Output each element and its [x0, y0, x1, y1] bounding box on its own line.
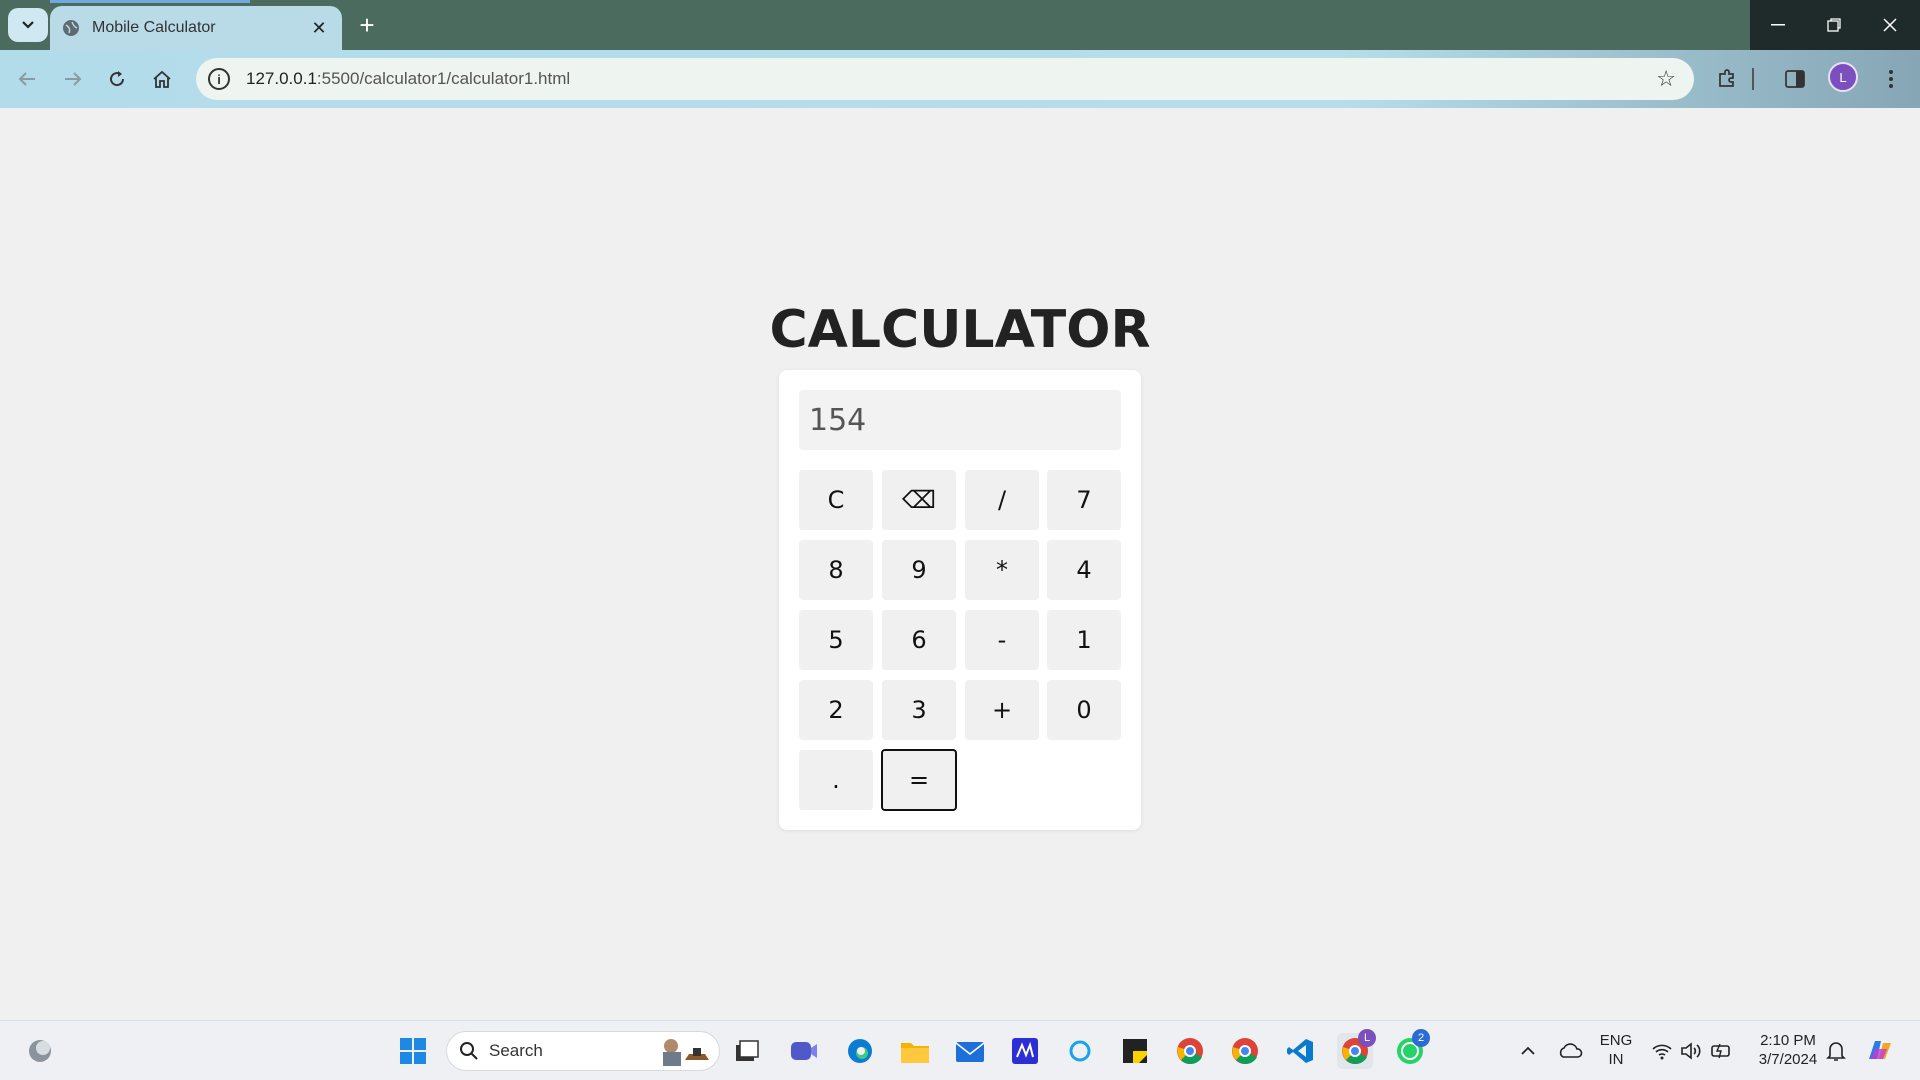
extensions-icon[interactable] [1714, 66, 1740, 92]
taskbar-search[interactable]: Search [446, 1031, 720, 1071]
cortana-ring-icon[interactable] [1062, 1033, 1098, 1069]
arrow-right-icon [65, 72, 82, 86]
side-panel-icon[interactable] [1782, 66, 1808, 92]
language-code: ENG [1599, 1032, 1633, 1049]
browser-toolbar: i 127.0.0.1:5500/calculator1/calculator1… [0, 50, 1920, 108]
app-icon-purple[interactable] [1007, 1033, 1043, 1069]
key-6[interactable]: 6 [882, 610, 956, 670]
bookmark-star-icon[interactable]: ☆ [1656, 66, 1676, 92]
calculator-panel: 154 C ⌫ / 7 8 9 * 4 5 6 - 1 2 3 + 0 . = [779, 370, 1141, 830]
key-7[interactable]: 7 [1047, 470, 1121, 530]
copilot-icon[interactable] [1862, 1033, 1898, 1069]
task-view-icon[interactable] [729, 1033, 765, 1069]
new-tab-button[interactable]: + [352, 10, 382, 40]
arrow-left-icon [18, 72, 35, 86]
language-indicator[interactable]: ENG IN [1596, 1031, 1636, 1069]
key-multiply[interactable]: * [965, 540, 1039, 600]
edge-browser-icon[interactable] [842, 1033, 878, 1069]
onedrive-cloud-icon[interactable] [1552, 1033, 1588, 1069]
minimize-icon [1771, 24, 1785, 26]
key-divide[interactable]: / [965, 470, 1039, 530]
teams-meet-icon[interactable] [786, 1033, 822, 1069]
start-windows-icon[interactable] [395, 1033, 431, 1069]
key-add[interactable]: + [965, 680, 1039, 740]
clock-time: 2:10 PM [1760, 1032, 1816, 1049]
close-icon [1883, 18, 1897, 32]
search-highlight-icon [663, 1039, 709, 1066]
taskbar: Search L 2 ENG IN 2:10 PM 3/7/2024 [0, 1020, 1920, 1080]
key-1[interactable]: 1 [1047, 610, 1121, 670]
file-explorer-icon[interactable] [897, 1033, 933, 1069]
calculator-display[interactable]: 154 [799, 390, 1121, 450]
key-equals[interactable]: = [881, 749, 957, 811]
key-backspace[interactable]: ⌫ [882, 470, 956, 530]
back-button[interactable] [10, 62, 44, 96]
forward-button[interactable] [56, 62, 90, 96]
reload-button[interactable] [100, 62, 134, 96]
region-code: IN [1608, 1051, 1624, 1068]
notification-bell-icon[interactable] [1818, 1033, 1854, 1069]
close-tab-icon[interactable]: ✕ [304, 13, 334, 43]
restore-icon [1827, 18, 1841, 32]
key-subtract[interactable]: - [965, 610, 1039, 670]
toolbar-divider [1748, 66, 1758, 92]
search-label: Search [489, 1041, 543, 1060]
vscode-icon[interactable] [1282, 1033, 1318, 1069]
sticky-notes-icon[interactable] [1117, 1033, 1153, 1069]
globe-icon [63, 20, 79, 36]
key-4[interactable]: 4 [1047, 540, 1121, 600]
reload-icon [110, 71, 125, 87]
restore-button[interactable] [1806, 0, 1862, 50]
mail-icon[interactable] [952, 1033, 988, 1069]
url-path: :5500/calculator1/calculator1.html [316, 69, 571, 88]
chrome-profile-badge: L [1358, 1029, 1376, 1047]
key-clear[interactable]: C [799, 470, 873, 530]
key-3[interactable]: 3 [882, 680, 956, 740]
home-button[interactable] [145, 62, 179, 96]
minimize-button[interactable] [1750, 0, 1806, 50]
chevron-up-icon[interactable] [1510, 1033, 1546, 1069]
key-5[interactable]: 5 [799, 610, 873, 670]
home-icon [153, 70, 171, 88]
whatsapp-badge: 2 [1412, 1029, 1430, 1047]
key-2[interactable]: 2 [799, 680, 873, 740]
chrome-profile-1-icon[interactable] [1172, 1033, 1208, 1069]
url-host: 127.0.0.1 [246, 69, 317, 88]
chrome-profile-2-icon[interactable] [1227, 1033, 1263, 1069]
tab-title: Mobile Calculator [92, 19, 216, 36]
key-9[interactable]: 9 [882, 540, 956, 600]
key-0[interactable]: 0 [1047, 680, 1121, 740]
menu-kebab-icon[interactable] [1878, 66, 1904, 92]
browser-tab-strip: Mobile Calculator ✕ + [0, 0, 1920, 50]
key-decimal[interactable]: . [799, 750, 873, 810]
tab-active[interactable]: Mobile Calculator ✕ [50, 6, 342, 50]
widgets-icon[interactable] [22, 1033, 58, 1069]
close-window-button[interactable] [1862, 0, 1918, 50]
battery-icon[interactable] [1704, 1033, 1740, 1069]
chevron-down-icon [22, 21, 34, 29]
profile-avatar[interactable]: L [1828, 62, 1858, 92]
clock-date: 3/7/2024 [1758, 1051, 1818, 1068]
search-icon [460, 1042, 478, 1060]
site-info-icon[interactable]: i [208, 68, 230, 90]
tab-loading-bar [50, 0, 250, 3]
url-text: 127.0.0.1:5500/calculator1/calculator1.h… [246, 69, 570, 89]
address-bar[interactable]: i 127.0.0.1:5500/calculator1/calculator1… [196, 58, 1694, 100]
clock[interactable]: 2:10 PM 3/7/2024 [1748, 1031, 1828, 1069]
tab-search-button[interactable] [8, 8, 48, 42]
page-title: CALCULATOR [769, 300, 1151, 360]
key-8[interactable]: 8 [799, 540, 873, 600]
